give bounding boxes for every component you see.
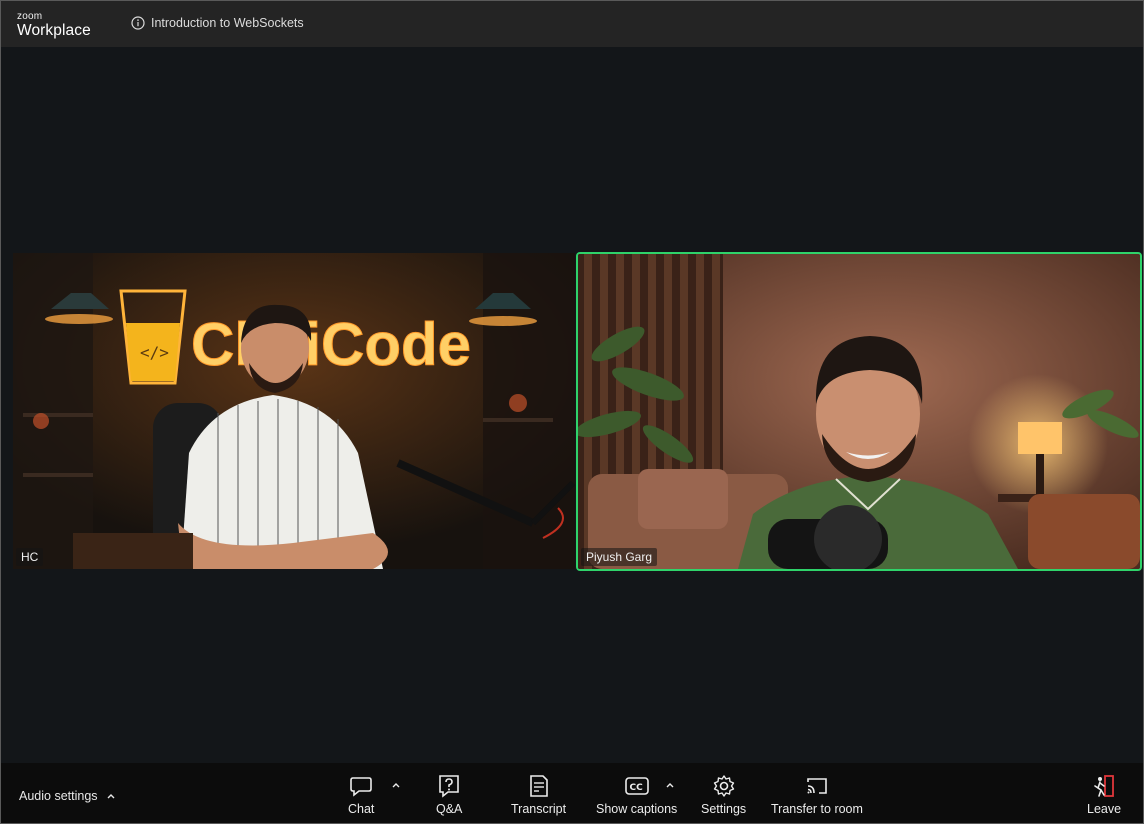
meeting-controls: Audio settings Chat Q&A Transcript CC Sh… (1, 763, 1143, 823)
svg-text:</>: </> (140, 343, 169, 362)
video-gallery: </> ChaiCode HC Piyush Garg (1, 47, 1143, 763)
transcript-button[interactable]: Transcript (511, 773, 566, 816)
transcript-label: Transcript (511, 802, 567, 816)
transfer-to-room-label: Transfer to room (771, 802, 863, 816)
cast-icon (807, 778, 827, 794)
gear-icon (713, 775, 734, 797)
settings-button[interactable]: Settings (701, 773, 746, 816)
cc-icon: CC (624, 777, 649, 795)
chat-button[interactable]: Chat (348, 773, 374, 816)
settings-label: Settings (701, 802, 747, 816)
meeting-title: Introduction to WebSockets (151, 16, 304, 30)
meeting-info[interactable]: Introduction to WebSockets (131, 15, 304, 31)
svg-text:CC: CC (629, 783, 643, 793)
video-tile-active-speaker[interactable]: Piyush Garg (576, 252, 1142, 571)
video-tile-hc[interactable]: </> ChaiCode HC (13, 253, 575, 569)
exit-door-icon (1094, 775, 1114, 797)
audio-settings-label: Audio settings (19, 789, 98, 803)
leave-label: Leave (1087, 802, 1122, 816)
chat-bubble-icon (350, 777, 373, 797)
chat-label: Chat (348, 802, 375, 816)
show-captions-button[interactable]: CC Show captions (596, 773, 677, 816)
question-box-icon (439, 775, 460, 798)
qa-button[interactable]: Q&A (436, 773, 462, 816)
leave-button[interactable]: Leave (1087, 773, 1121, 816)
logo-workplace-text: Workplace (17, 22, 91, 39)
show-captions-label: Show captions (596, 802, 678, 816)
neon-sign: ChaiCode (191, 311, 471, 378)
audio-settings-button[interactable]: Audio settings (19, 789, 115, 803)
captions-options-chevron-icon[interactable] (665, 781, 675, 789)
participant-video-hc: </> ChaiCode (13, 253, 575, 569)
participant-video-piyush (578, 254, 1140, 569)
info-icon[interactable] (131, 16, 145, 30)
participant-name-tag: Piyush Garg (581, 548, 658, 566)
chevron-up-icon[interactable] (107, 793, 115, 799)
title-bar: zoom Workplace Introduction to WebSocket… (1, 1, 1143, 47)
document-lines-icon (529, 775, 548, 797)
chat-options-chevron-icon[interactable] (391, 781, 401, 789)
zoom-workplace-logo: zoom Workplace (17, 12, 91, 39)
transfer-to-room-button[interactable]: Transfer to room (771, 773, 863, 816)
participant-name-tag: HC (16, 548, 44, 566)
zoom-meeting-window: zoom Workplace Introduction to WebSocket… (0, 0, 1144, 824)
qa-label: Q&A (436, 802, 463, 816)
logo-zoom-text: zoom (17, 11, 43, 22)
